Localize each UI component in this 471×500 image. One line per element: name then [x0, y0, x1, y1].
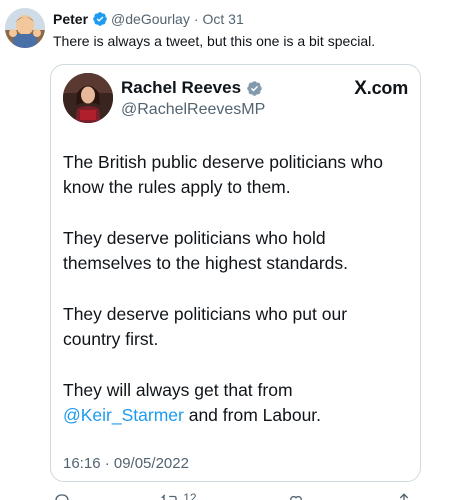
mention-link[interactable]: @Keir_Starmer [63, 405, 184, 425]
quoted-line: The British public deserve politicians w… [63, 152, 384, 172]
tweet: Peter @deGourlay · Oct 31 There is alway… [0, 0, 471, 500]
quoted-line: know the rules apply to them. [63, 177, 291, 197]
verified-badge-icon [92, 11, 108, 27]
meta-separator: · [193, 11, 199, 27]
quoted-tweet-card[interactable]: Rachel Reeves @RachelReevesMP X.com The … [50, 64, 421, 482]
quoted-line: They deserve politicians who put our [63, 304, 348, 324]
author-name[interactable]: Peter [53, 10, 88, 28]
x-logo-icon: X [354, 78, 367, 99]
quoted-timestamp[interactable]: 16:16 · 09/05/2022 [63, 454, 189, 474]
quoted-author-name[interactable]: Rachel Reeves [121, 78, 241, 98]
retweet-count: 12 [183, 491, 197, 500]
grey-verified-icon [246, 80, 263, 97]
x-com-domain-suffix: .com [366, 78, 408, 98]
quoted-line: country first. [63, 329, 159, 349]
x-com-source-label[interactable]: X.com [354, 78, 408, 99]
author-avatar[interactable] [5, 8, 45, 48]
quoted-author-avatar[interactable] [63, 73, 113, 123]
quoted-line-with-mention: @Keir_Starmer and from Labour. [63, 403, 321, 428]
quoted-line: They will always get that from [63, 380, 293, 400]
like-button[interactable] [287, 492, 305, 500]
quoted-line: themselves to the highest standards. [63, 253, 349, 273]
quoted-paragraph-4: They will always get that from @Keir_Sta… [63, 378, 321, 428]
reply-button[interactable] [53, 492, 71, 500]
quoted-line: They deserve politicians who hold [63, 228, 326, 248]
retweet-icon [161, 492, 179, 500]
tweet-text: There is always a tweet, but this one is… [53, 33, 376, 49]
action-bar: 12 [53, 492, 413, 500]
heart-icon [287, 492, 305, 500]
retweet-button[interactable]: 12 [161, 491, 197, 500]
tweet-date[interactable]: Oct 31 [203, 10, 244, 28]
quoted-paragraph-1: The British public deserve politicians w… [63, 150, 383, 200]
quoted-author-name-row: Rachel Reeves [121, 78, 263, 98]
quoted-author-handle[interactable]: @RachelReevesMP [121, 100, 265, 120]
quoted-paragraph-2: They deserve politicians who hold themse… [63, 226, 348, 276]
author-handle[interactable]: @deGourlay [111, 10, 190, 28]
reply-icon [53, 492, 71, 500]
mention-trailing-text: and from Labour. [183, 405, 322, 425]
quoted-paragraph-3: They deserve politicians who put our cou… [63, 302, 347, 352]
tweet-header: Peter @deGourlay · Oct 31 [53, 10, 244, 28]
share-icon [395, 492, 413, 500]
share-button[interactable] [395, 492, 413, 500]
